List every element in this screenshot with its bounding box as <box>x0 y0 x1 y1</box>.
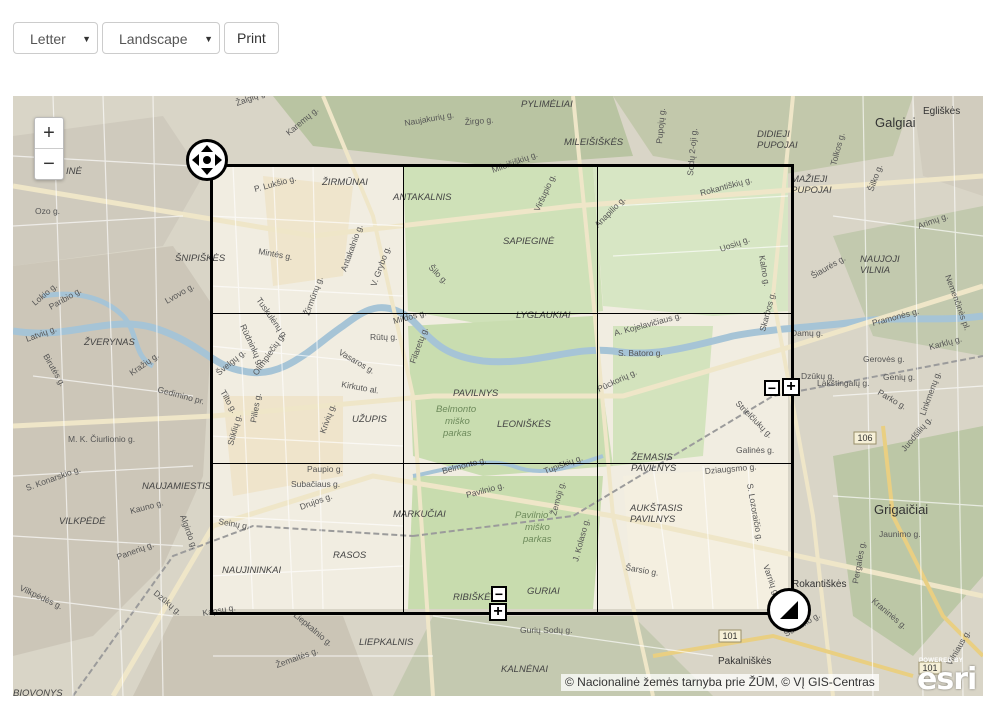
district-label: INĖ <box>66 166 83 177</box>
district-label: NAUJOJI <box>860 254 900 265</box>
district-label: LIEPKALNIS <box>359 637 414 648</box>
print-extent-frame[interactable] <box>210 164 794 615</box>
zoom-in-button[interactable]: + <box>35 118 63 149</box>
street-label: Gerovės g. <box>863 354 905 364</box>
place-label: Pakalniškės <box>718 656 771 667</box>
street-label: Lakštingalų g. <box>817 378 869 388</box>
move-icon <box>192 145 222 175</box>
district-label: NAUJAMIESTIS <box>142 481 212 492</box>
page-grid-line <box>403 167 404 612</box>
district-label: DIDIEJI <box>757 129 790 140</box>
chevron-down-icon: ▼ <box>204 34 213 44</box>
page-grid-line <box>213 313 791 314</box>
esri-logo: POWERED BY esri <box>915 656 977 696</box>
print-button[interactable]: Print <box>224 22 279 54</box>
place-label: Rokantiškės <box>792 579 846 590</box>
esri-wordmark: esri <box>917 662 977 696</box>
street-label: Jaunimo g. <box>879 529 921 539</box>
map-view[interactable]: 106 101 101 ŽIRMŪNAI ANTAKALNIS PYLIMĖLI… <box>13 96 983 696</box>
zoom-control: + − <box>34 117 64 180</box>
street-label: Genių g. <box>883 372 915 382</box>
street-label: Ozo g. <box>35 206 60 216</box>
district-label: PUPOJAI <box>791 185 832 196</box>
district-label: PYLIMĖLIAI <box>521 99 573 110</box>
zoom-out-button[interactable]: − <box>35 149 63 179</box>
place-label: Egliškės <box>923 106 960 117</box>
paper-size-value: Letter <box>30 31 66 47</box>
print-toolbar: Letter ▼ Landscape ▼ Print <box>13 22 279 56</box>
district-label: VILKPĖDĖ <box>59 516 106 527</box>
street-label: Gurių Sodų g. <box>520 625 572 635</box>
district-label: KALNĖNAI <box>501 664 548 675</box>
chevron-down-icon: ▼ <box>82 34 91 44</box>
page-grid-line <box>597 167 598 612</box>
district-label: ŽVERYNAS <box>83 337 136 348</box>
district-label: MAŽIEJI <box>791 174 828 185</box>
move-frame-handle[interactable] <box>186 139 228 181</box>
street-label: Damų g. <box>791 328 823 338</box>
place-label: Grigaičiai <box>874 502 928 517</box>
resize-icon <box>780 601 798 619</box>
add-row-button[interactable]: + <box>489 603 507 621</box>
place-label: Galgiai <box>875 115 916 130</box>
resize-frame-handle[interactable] <box>767 588 811 632</box>
road-number-101: 101 <box>722 631 737 641</box>
orientation-value: Landscape <box>119 31 188 47</box>
remove-row-button[interactable]: − <box>491 586 507 602</box>
road-number-106: 106 <box>857 433 872 443</box>
district-label: MILEIŠIŠKĖS <box>564 137 624 148</box>
remove-column-button[interactable]: − <box>764 380 780 396</box>
map-attribution: © Nacionalinė žemės tarnyba prie ŽŪM, © … <box>561 674 879 691</box>
district-label: VILNIA <box>860 265 890 276</box>
page-grid-line <box>213 463 791 464</box>
add-column-button[interactable]: + <box>782 378 800 396</box>
street-label: M. K. Čiurlionio g. <box>68 434 135 444</box>
district-label: PUPOJAI <box>757 140 798 151</box>
district-label: BIOVONYS <box>13 688 63 696</box>
paper-size-select[interactable]: Letter ▼ <box>13 22 98 54</box>
orientation-select[interactable]: Landscape ▼ <box>102 22 220 54</box>
